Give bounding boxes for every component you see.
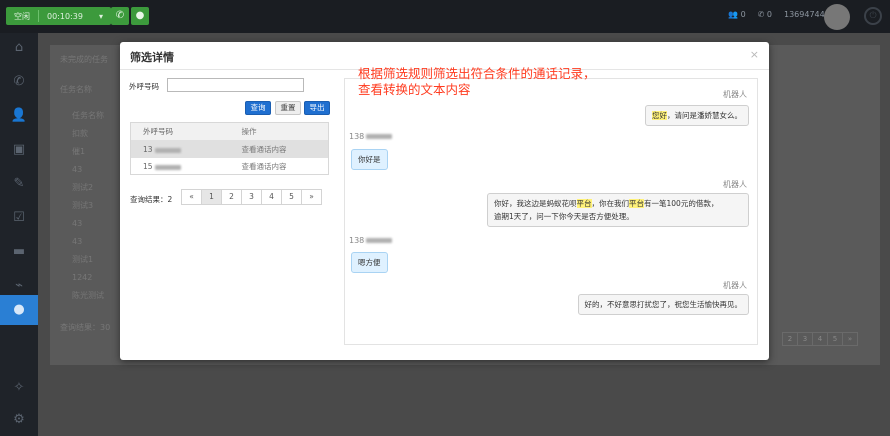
view-call-content-link[interactable]: 查看通话内容 xyxy=(230,158,329,174)
call-record-table: 外呼号码 操作 13 查看通话内容 15 查看通话内容 xyxy=(130,122,329,175)
records-icon[interactable]: ▣ xyxy=(0,135,38,165)
chat-icon[interactable]: ● xyxy=(131,7,149,25)
sidebar: ⌂ ✆ 👤 ▣ ✎ ☑ ▬ ⌁ ● ✧ ⚙ xyxy=(0,33,38,436)
query-result-count: 查询结果：2 xyxy=(130,195,173,204)
customer-number: 138 xyxy=(349,132,365,141)
contacts-icon[interactable]: 👤 xyxy=(0,101,38,131)
page-2[interactable]: 2 xyxy=(221,189,242,205)
column-header: 操作 xyxy=(241,127,257,136)
edit-icon[interactable]: ✎ xyxy=(0,169,38,199)
bg-page[interactable]: 3 xyxy=(797,332,813,346)
table-header: 外呼号码 操作 xyxy=(131,123,328,140)
message-text: 你好，我这边是蚂蚁花呗 xyxy=(494,199,577,208)
users-icon[interactable]: 👥 0 xyxy=(728,10,746,19)
customer-label: 138 xyxy=(349,132,393,141)
status-timer: 00:10:39 xyxy=(47,11,83,21)
settings-icon[interactable]: ⚙ xyxy=(0,405,38,435)
page-4[interactable]: 4 xyxy=(261,189,282,205)
highlighted-keyword: 平台 xyxy=(576,199,592,208)
bg-page-next[interactable]: » xyxy=(842,332,858,346)
page-5[interactable]: 5 xyxy=(281,189,302,205)
tools-icon[interactable]: ✧ xyxy=(0,373,38,403)
redacted-digits xyxy=(366,134,393,139)
robot-icon[interactable]: ● xyxy=(0,295,38,325)
pagination: « 1 2 3 4 5 » xyxy=(181,189,322,205)
customer-number: 138 xyxy=(349,236,365,245)
highlighted-keyword: 您好 xyxy=(652,111,667,120)
message-text: 逾期1天了，问一下你今天是否方便处理。 xyxy=(494,212,634,221)
bot-label: 机器人 xyxy=(723,90,747,99)
annotation-line: 根据筛选规则筛选出符合条件的通话记录， xyxy=(358,66,596,81)
bot-label: 机器人 xyxy=(723,281,747,290)
phone-number: 13 xyxy=(143,145,153,154)
bg-page[interactable]: 5 xyxy=(827,332,843,346)
highlighted-keyword: 平台 xyxy=(629,199,644,208)
annotation-line: 查看转换的文本内容 xyxy=(358,82,471,97)
phone-count-icon[interactable]: ✆ 0 xyxy=(758,10,772,19)
book-icon[interactable]: ▬ xyxy=(0,237,38,267)
top-bar: 空闲 00:10:39 ▾ ✆ ● 👥 0 ✆ 0 13694744630 ⏻ xyxy=(0,0,890,33)
outbound-number-input[interactable] xyxy=(167,78,304,92)
page-prev[interactable]: « xyxy=(181,189,202,205)
customer-message: 你好是 xyxy=(351,149,388,170)
agent-status[interactable]: 空闲 00:10:39 ▾ xyxy=(6,7,111,25)
bot-message: 好的，不好意思打扰您了，祝您生活愉快再见。 xyxy=(577,294,749,315)
avatar[interactable] xyxy=(824,4,850,30)
bot-message: 您好，请问是潘娇慧女么。 xyxy=(645,105,749,126)
bg-page[interactable]: 4 xyxy=(812,332,828,346)
status-label: 空闲 xyxy=(14,11,30,21)
phone-nav-icon[interactable]: ✆ xyxy=(0,67,38,97)
checklist-icon[interactable]: ☑ xyxy=(0,203,38,233)
filter-pane: 外呼号码 查询 重置 导出 外呼号码 操作 13 查看通话内容 15 查看通话内… xyxy=(120,70,340,360)
message-text: 有一笔100元的借款， xyxy=(644,199,719,208)
bg-page[interactable]: 2 xyxy=(782,332,798,346)
page-3[interactable]: 3 xyxy=(241,189,262,205)
close-icon[interactable]: × xyxy=(750,48,759,61)
phone-number-cell: 13 xyxy=(131,141,230,157)
message-text: ，请问是潘娇慧女么。 xyxy=(667,111,742,120)
column-header: 外呼号码 xyxy=(143,127,173,136)
customer-message: 嗯方便 xyxy=(351,252,388,273)
annotation-text: 根据筛选规则筛选出符合条件的通话记录， 查看转换的文本内容 xyxy=(358,66,596,98)
phone-icon[interactable]: ✆ xyxy=(111,7,129,25)
bg-pagination: 2 3 4 5 » xyxy=(782,332,858,346)
phone-number: 15 xyxy=(143,162,153,171)
view-call-content-link[interactable]: 查看通话内容 xyxy=(230,141,329,157)
query-button[interactable]: 查询 xyxy=(245,101,271,115)
chevron-down-icon: ▾ xyxy=(98,11,103,21)
reset-button[interactable]: 重置 xyxy=(275,101,301,115)
page-1[interactable]: 1 xyxy=(201,189,222,205)
redacted-digits xyxy=(154,147,181,153)
redacted-digits xyxy=(366,238,393,243)
call-transcript-pane: 机器人 您好，请问是潘娇慧女么。 138 你好是 机器人 你好，我这边是蚂蚁花呗… xyxy=(344,78,758,345)
message-text: ，你在我们 xyxy=(591,199,630,208)
power-icon[interactable]: ⏻ xyxy=(864,7,882,25)
bg-task-label: 任务名称 xyxy=(60,85,92,94)
redacted-digits xyxy=(154,164,181,170)
phone-number-cell: 15 xyxy=(131,158,230,174)
bot-message: 你好，我这边是蚂蚁花呗平台，你在我们平台有一笔100元的借款， 逾期1天了，问一下… xyxy=(487,193,749,227)
customer-label: 138 xyxy=(349,236,393,245)
bot-label: 机器人 xyxy=(723,180,747,189)
outbound-number-label: 外呼号码 xyxy=(129,82,159,91)
modal-title: 筛选详情 xyxy=(130,51,174,64)
page-next[interactable]: » xyxy=(301,189,322,205)
export-button[interactable]: 导出 xyxy=(304,101,330,115)
table-row[interactable]: 15 查看通话内容 xyxy=(131,157,328,174)
table-row[interactable]: 13 查看通话内容 xyxy=(131,140,328,157)
home-icon[interactable]: ⌂ xyxy=(0,33,38,63)
